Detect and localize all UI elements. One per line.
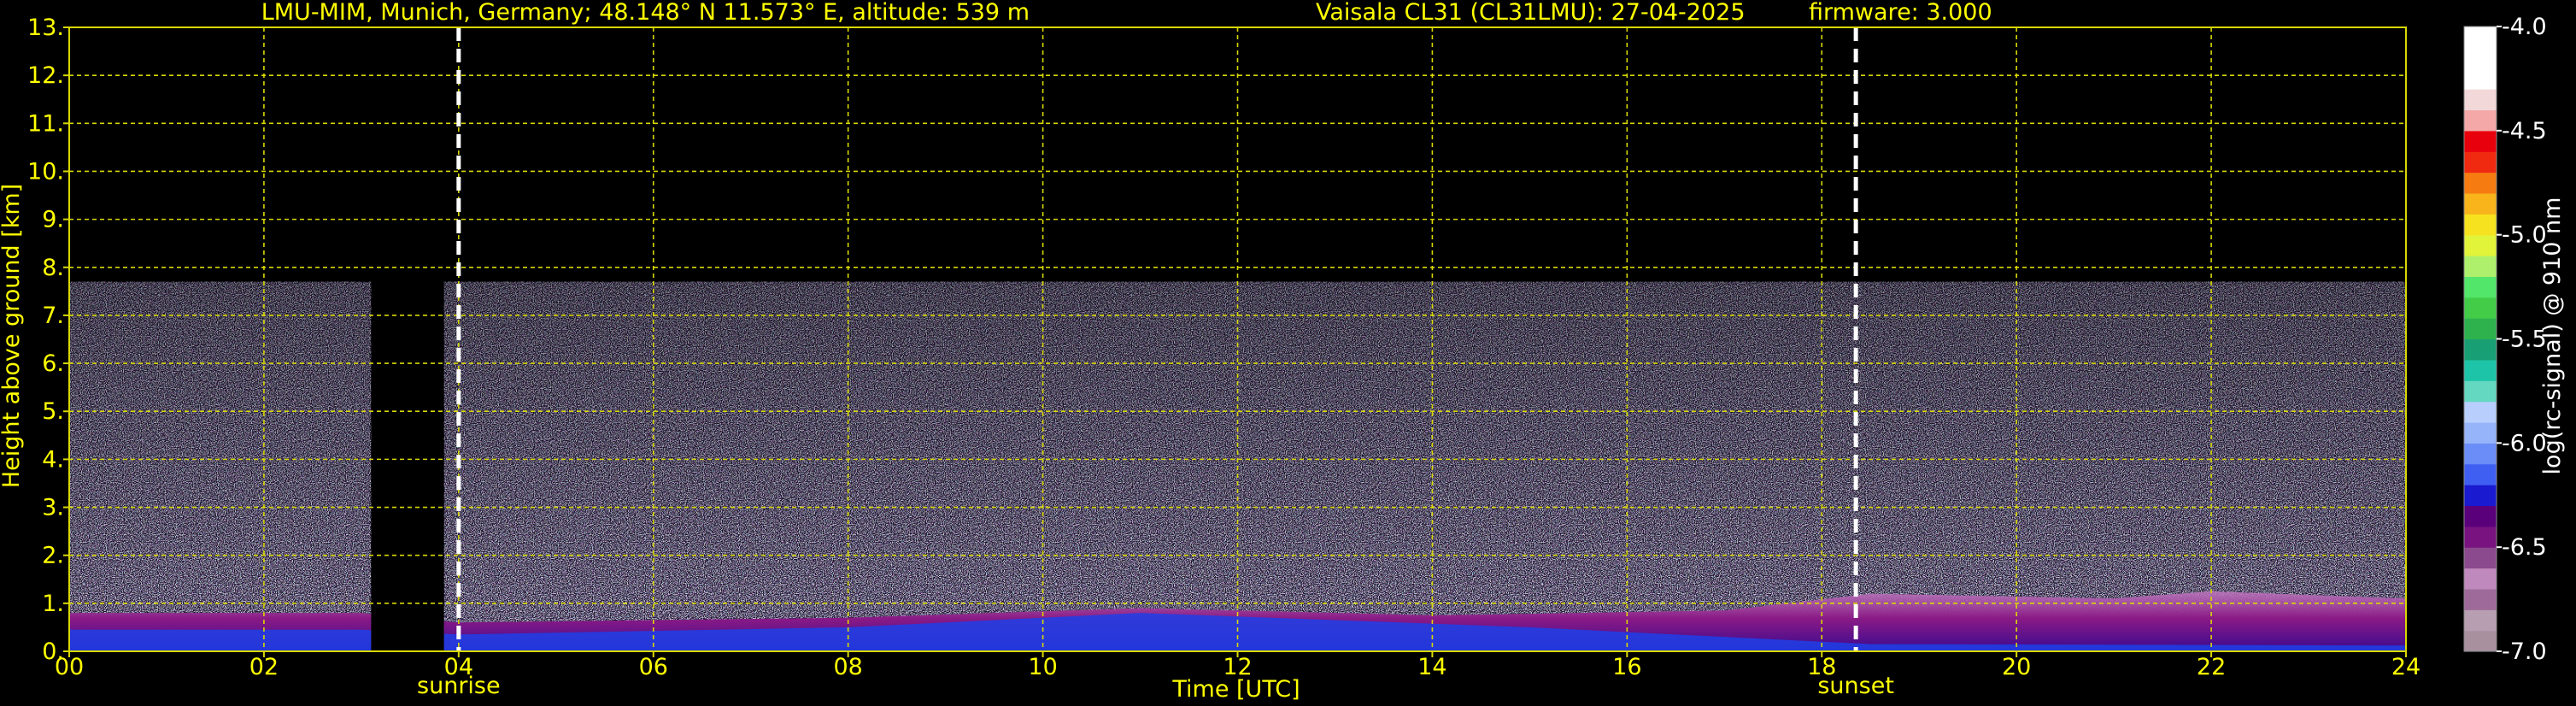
colorbar-step [2464,130,2497,152]
header-instrument: Vaisala CL31 (CL31LMU): 27-04-2025 [1316,0,1746,26]
y-tick-label: 8. [42,255,64,281]
y-tick-label: 7. [42,303,64,329]
colorbar-step [2464,26,2497,48]
colorbar-step [2464,485,2497,507]
colorbar-step [2464,256,2497,277]
colorbar-step [2464,338,2497,361]
x-tick-label: 04 [444,654,473,680]
ceilometer-chart: LMU-MIM, Munich, Germany; 48.148° N 11.5… [0,0,2576,706]
x-axis-label: Time [UTC] [1171,676,1300,703]
colorbar-step [2464,505,2497,527]
colorbar-step [2464,89,2497,111]
colorbar-tick-label: -7.0 [2502,638,2547,665]
colorbar-step [2464,526,2497,548]
colorbar-step [2464,463,2497,485]
colorbar-step [2464,109,2497,132]
colorbar-tick-label: -4.0 [2502,14,2547,40]
y-tick-label: 11. [27,110,64,137]
colorbar-step [2464,359,2497,381]
colorbar-step [2464,443,2497,465]
x-tick-label: 02 [249,654,279,680]
colorbar-step [2464,588,2497,610]
x-tick-label: 18 [1807,654,1836,680]
y-tick-label: 0. [42,638,64,665]
colorbar-step [2464,192,2497,215]
y-tick-label: 13. [27,15,64,41]
colorbar-step [2464,234,2497,256]
header-firmware: firmware: 3.000 [1809,0,1992,26]
y-tick-label: 12. [27,62,64,89]
y-tick-label: 2. [42,543,64,569]
y-tick-label: 4. [42,446,64,473]
x-tick-label: 14 [1417,654,1446,680]
x-tick-label: 16 [1612,654,1641,680]
colorbar-step [2464,297,2497,319]
colorbar-step [2464,547,2497,569]
colorbar-step [2464,276,2497,298]
colorbar-step [2464,151,2497,174]
y-tick-label: 10. [27,158,64,185]
x-tick-label: 20 [2002,654,2031,680]
x-tick-label: 08 [833,654,862,680]
x-tick-label: 24 [2391,654,2421,680]
colorbar-step [2464,214,2497,236]
y-tick-label: 9. [42,207,64,233]
colorbar-step [2464,68,2497,90]
colorbar-step [2464,630,2497,652]
colorbar-tick-label: -4.5 [2502,118,2547,144]
colorbar-step [2464,401,2497,423]
colorbar-step [2464,568,2497,590]
colorbar-step [2464,421,2497,444]
colorbar-label: log(rc-signal) @ 910 nm [2539,197,2566,475]
colorbar-tick-label: -6.5 [2502,534,2547,561]
colorbar-step [2464,380,2497,403]
colorbar-step [2464,47,2497,69]
x-tick-label: 06 [639,654,668,680]
y-axis-label: Height above ground [km] [0,184,25,488]
y-tick-label: 5. [42,398,64,425]
x-tick-label: 22 [2197,654,2226,680]
colorbar-step [2464,172,2497,194]
colorbar-step [2464,609,2497,632]
header-station: LMU-MIM, Munich, Germany; 48.148° N 11.5… [261,0,1030,26]
colorbar-step [2464,318,2497,340]
plot-area: sunrise sunset00 02 04 06 08 10 12 14 16 18 20 22 240… [27,15,2421,699]
x-tick-label: 10 [1028,654,1057,680]
y-tick-label: 3. [42,495,64,521]
y-tick-label: 1. [42,591,64,617]
y-tick-label: 6. [42,350,64,377]
